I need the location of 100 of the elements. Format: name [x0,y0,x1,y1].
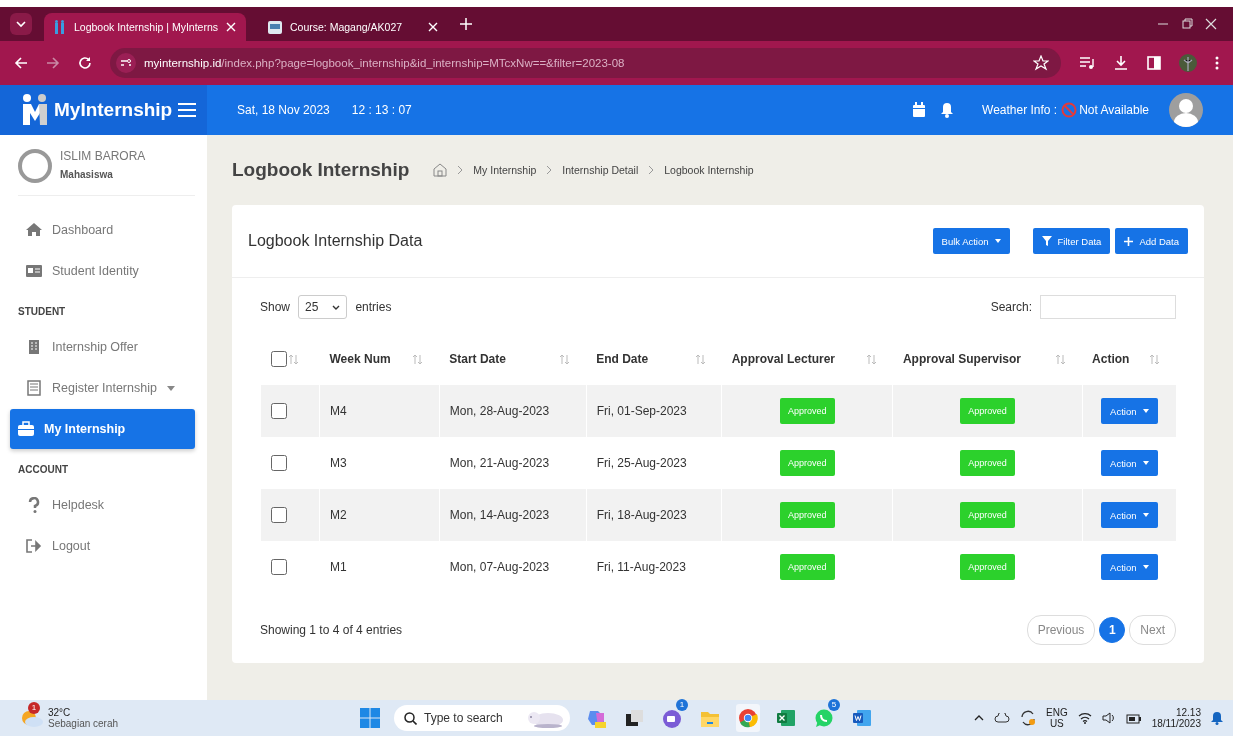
building-icon [26,339,42,355]
page-size-select[interactable]: 25 [298,295,348,319]
browser-icon[interactable] [738,708,758,728]
task-view-icon[interactable] [624,708,644,728]
status-badge: Approved [780,450,835,476]
form-icon [26,380,42,396]
sync-icon[interactable] [1020,710,1036,726]
calendar-icon[interactable] [912,102,926,118]
status-badge: Approved [780,554,835,580]
star-icon[interactable] [1033,55,1049,71]
spreadsheet-icon[interactable] [776,708,796,728]
reload-icon[interactable] [78,56,92,70]
filter-button[interactable]: Filter Data [1032,228,1111,254]
playlist-icon[interactable] [1079,56,1095,70]
sidebar-item[interactable]: Helpdesk [18,485,195,525]
close-icon[interactable] [1205,18,1217,30]
wifi-icon[interactable] [1077,712,1092,724]
chevron-icon [332,304,341,310]
checkbox[interactable] [270,351,287,367]
speaker-icon[interactable] [1101,712,1116,724]
caret-icon [166,385,175,391]
action-button[interactable]: Action [1101,450,1158,476]
status-badge: Approved [960,398,1015,424]
address-bar[interactable]: myinternship.id/index.php?page=logbook_internship&id_internship=MTcxNw==&filter=2023-08 [110,48,1061,78]
back-icon[interactable] [14,56,28,70]
search-icon [404,711,417,725]
table-cell: Fri, 18-Aug-2023 [596,508,687,522]
table-cell: Mon, 07-Aug-2023 [449,560,550,574]
app-logo-text: MyInternship [54,99,173,121]
bulk-action-button[interactable]: Bulk Action [932,228,1010,254]
restore-icon[interactable] [1181,18,1193,30]
copilot-icon[interactable] [586,708,606,728]
chat-icon[interactable] [814,708,834,728]
url-text: myinternship.id/index.php?page=logbook_internship&id_internship=MTcxNw==&filter=2023-08 [144,57,625,69]
column-header[interactable]: Approval Supervisor [902,352,1021,366]
sidebar-item[interactable]: Logout [18,526,195,566]
breadcrumb-link[interactable]: Logbook Internship [664,164,754,176]
menu-icon[interactable] [178,102,197,118]
id-card-icon [26,263,42,279]
sidebar-item[interactable]: Dashboard [18,210,195,250]
column-header[interactable]: Start Date [449,352,506,366]
caret-icon [1142,461,1149,465]
chevron-icon[interactable] [974,715,984,721]
forward-icon[interactable] [46,56,60,70]
action-button[interactable]: Action [1101,502,1158,528]
browser-tab[interactable]: Logbook Internship | MyInterns [44,13,246,41]
add-button[interactable]: Add Data [1115,228,1188,254]
column-header[interactable]: Approval Lecturer [731,352,836,366]
avatar-icon[interactable] [1169,93,1203,127]
checkbox[interactable] [271,507,287,523]
browser-tab[interactable]: Course: Magang/AK027 [258,13,448,41]
column-header[interactable]: Week Num [329,352,391,366]
checkbox[interactable] [271,559,287,575]
cloud-icon[interactable] [994,713,1010,723]
breadcrumb-link[interactable]: My Internship [473,164,537,176]
table-cell: Fri, 25-Aug-2023 [596,456,687,470]
section-label: ACCOUNT [17,463,69,477]
table-cell: Mon, 28-Aug-2023 [449,404,550,418]
checkbox[interactable] [271,403,287,419]
table-cell: Fri, 01-Sep-2023 [596,404,687,418]
video-chat-icon[interactable] [662,708,682,728]
logout-icon [26,538,42,554]
action-button[interactable]: Action [1101,554,1158,580]
chevron-icon [546,165,553,175]
clock[interactable]: 12.13 18/11/2023 [1151,707,1201,729]
checkbox[interactable] [271,455,287,471]
document-icon[interactable] [852,708,872,728]
menu-icon[interactable] [1215,56,1219,70]
caret-icon[interactable] [10,13,32,35]
caret-icon [1142,409,1149,413]
temperature: 32°C [48,707,72,718]
search-field[interactable] [1040,295,1176,319]
taskbar-search[interactable]: Type to search [394,705,570,731]
sidebar-item[interactable]: Internship Offer [18,327,195,367]
sidebar-item[interactable]: My Internship [10,409,195,449]
plus-icon[interactable] [460,18,472,30]
status-badge: Approved [960,502,1015,528]
chevron-icon [457,165,464,175]
notification-badge: 1 [28,702,40,714]
sidepanel-icon[interactable] [1147,56,1161,70]
column-header[interactable]: Action [1092,352,1130,366]
page-number-button[interactable]: 1 [1099,617,1126,643]
start-icon[interactable] [360,708,380,728]
sidebar-item[interactable]: Register Internship [18,368,195,408]
battery-icon[interactable] [1125,712,1142,724]
language-label[interactable]: ENG [1046,707,1068,718]
breadcrumb-link[interactable]: Internship Detail [562,164,639,176]
home-icon[interactable] [433,163,448,177]
column-header[interactable]: End Date [596,352,649,366]
entries-info: Showing 1 to 4 of 4 entries [260,623,403,637]
download-icon[interactable] [1113,55,1129,71]
logo-icon [54,20,66,34]
caret-icon [1142,513,1149,517]
action-button[interactable]: Action [1101,398,1158,424]
region-label[interactable]: US [1049,718,1064,729]
bell-icon[interactable] [1211,711,1223,725]
bell-icon[interactable] [940,102,954,118]
tab-title: Course: Magang/AK027 [290,21,404,33]
sidebar-item[interactable]: Student Identity [18,251,195,291]
profile-icon[interactable] [1179,54,1197,72]
